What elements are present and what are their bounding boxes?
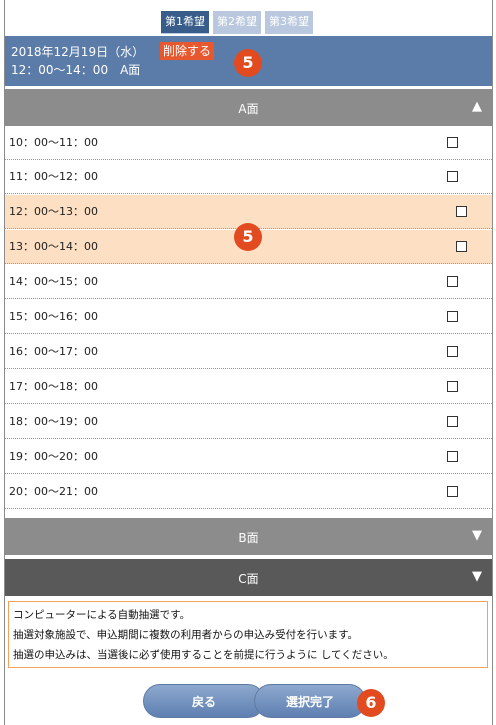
notice-line: コンピューターによる自動抽選です。 xyxy=(13,609,191,621)
delete-button[interactable]: 削除する xyxy=(160,42,215,60)
section-title: A面 xyxy=(238,102,259,116)
selected-date: 2018年12月19日（水） xyxy=(11,45,145,59)
time-slot-row: 16：00～17：00 xyxy=(5,335,492,369)
time-slot-row: 15：00～16：00 xyxy=(5,300,492,334)
back-button[interactable]: 戻る xyxy=(143,684,265,718)
time-slot-label: 14：00～15：00 xyxy=(9,275,98,288)
time-slot-checkbox[interactable] xyxy=(447,171,458,182)
time-slot-row: 20：00～21：00 xyxy=(5,475,492,509)
time-slot-row: 14：00～15：00 xyxy=(5,265,492,299)
tab-third-choice[interactable]: 第3希望 xyxy=(265,11,313,34)
time-slot-label: 15：00～16：00 xyxy=(9,310,98,323)
time-slot-checkbox[interactable] xyxy=(447,381,458,392)
time-slot-checkbox[interactable] xyxy=(447,346,458,357)
section-header-c[interactable]: C面 ▼ xyxy=(5,559,492,596)
time-slot-label: 13：00～14：00 xyxy=(9,240,98,253)
preference-tabs: 第1希望 第2希望 第3希望 xyxy=(161,11,313,34)
notice-line: 抽選の申込みは、当選後に必ず使用することを前提に行うように してください。 xyxy=(13,649,394,661)
step-badge: 5 xyxy=(234,223,262,251)
time-slot-label: 10：00～11：00 xyxy=(9,136,98,149)
time-slot-row: 18：00～19：00 xyxy=(5,405,492,439)
time-slot-label: 11：00～12：00 xyxy=(9,170,98,183)
expand-arrow-icon: ▼ xyxy=(472,569,482,584)
time-slot-row: 19：00～20：00 xyxy=(5,440,492,474)
section-header-b[interactable]: B面 ▼ xyxy=(5,518,492,555)
time-slot-checkbox[interactable] xyxy=(447,311,458,322)
section-title: B面 xyxy=(238,531,259,545)
time-slot-checkbox[interactable] xyxy=(447,451,458,462)
tab-second-choice[interactable]: 第2希望 xyxy=(213,11,261,34)
time-slot-checkbox[interactable] xyxy=(447,137,458,148)
expand-arrow-icon: ▼ xyxy=(472,528,482,543)
time-slot-checkbox[interactable] xyxy=(456,206,467,217)
time-slot-label: 17：00～18：00 xyxy=(9,380,98,393)
time-slot-row: 10：00～11：00 xyxy=(5,126,492,160)
section-title: C面 xyxy=(238,572,259,586)
time-slot-label: 18：00～19：00 xyxy=(9,415,98,428)
time-slot-label: 19：00～20：00 xyxy=(9,450,98,463)
time-slot-checkbox[interactable] xyxy=(447,416,458,427)
time-slot-label: 16：00～17：00 xyxy=(9,345,98,358)
time-slot-label: 20：00～21：00 xyxy=(9,485,98,498)
lottery-notice: コンピューターによる自動抽選です。 抽選対象施設で、申込期間に複数の利用者からの… xyxy=(8,601,488,668)
selected-time: 12：00～14：00 A面 xyxy=(11,63,141,77)
section-header-a[interactable]: A面 ▲ xyxy=(5,89,492,126)
time-slot-checkbox[interactable] xyxy=(447,276,458,287)
step-badge: 5 xyxy=(234,49,262,77)
notice-line: 抽選対象施設で、申込期間に複数の利用者からの申込み受付を行います。 xyxy=(13,629,359,641)
collapse-arrow-icon: ▲ xyxy=(472,99,482,114)
time-slot-row: 11：00～12：00 xyxy=(5,160,492,194)
tab-first-choice[interactable]: 第1希望 xyxy=(161,11,209,34)
time-slot-row: 17：00～18：00 xyxy=(5,370,492,404)
time-slot-checkbox[interactable] xyxy=(447,486,458,497)
step-badge: 6 xyxy=(357,689,385,717)
finish-selection-button[interactable]: 選択完了 xyxy=(254,684,366,718)
time-slot-label: 12：00～13：00 xyxy=(9,205,98,218)
time-slot-checkbox[interactable] xyxy=(456,241,467,252)
